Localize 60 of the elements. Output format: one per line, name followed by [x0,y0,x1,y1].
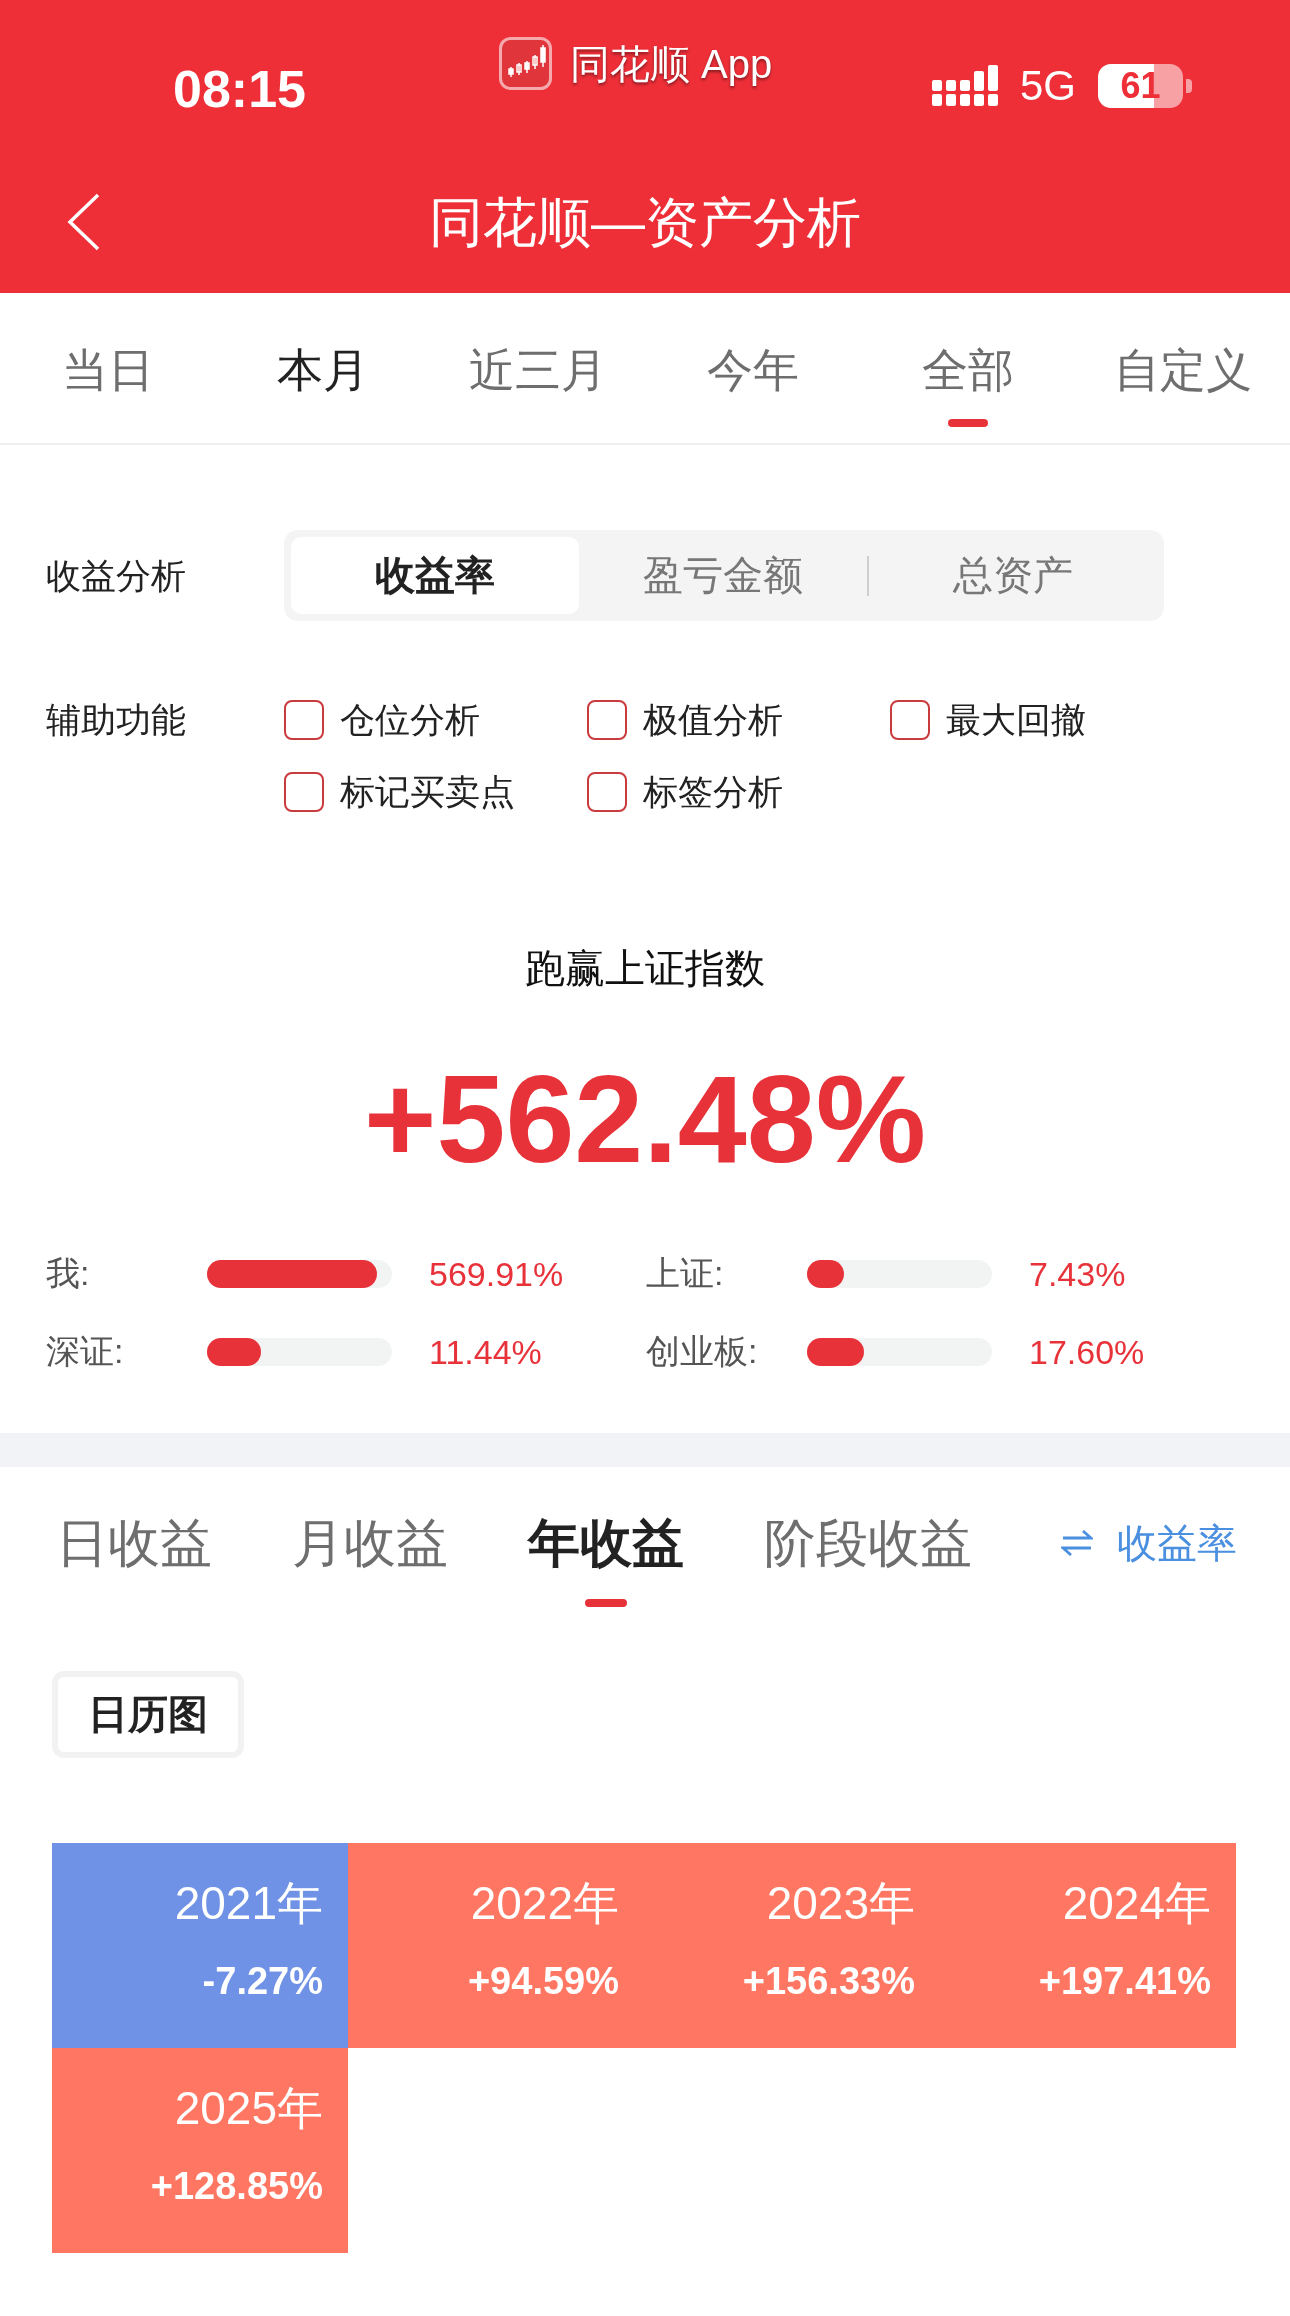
segment-option[interactable]: 盈亏金额 [579,537,867,614]
excess-return-value: +562.48% [364,1057,926,1181]
bar-label: 创业板: [646,1331,759,1372]
battery-cap-icon [1186,79,1192,93]
year-label: 2022年 [470,1880,619,1926]
segment-option[interactable]: 收益率 [291,537,579,614]
checkbox-option[interactable]: 极值分析 [587,700,783,740]
checkbox-option[interactable]: 最大回撤 [890,700,1086,740]
app-name: 同花顺 App [570,40,773,88]
back-button[interactable] [67,192,101,251]
period-tab[interactable]: 自定义 [1113,347,1252,427]
return-tab[interactable]: 阶段收益 [764,1517,972,1607]
checkbox-option[interactable]: 标记买卖点 [284,772,515,812]
signal-icon [931,65,998,107]
row-label: 辅助功能 [46,699,187,741]
network-type: 5G [1019,64,1076,108]
checkbox[interactable] [890,700,930,740]
period-tab[interactable]: 全部 [921,347,1014,427]
return-value: +128.85% [150,2167,323,2205]
page-title: 同花顺—资产分析 [429,194,861,249]
year-label: 2024年 [1062,1880,1211,1926]
status-time: 08:15 [173,63,306,115]
year-label: 2025年 [174,2085,323,2131]
return-tab[interactable]: 年收益 [528,1517,684,1607]
bar-value: 17.60% [1029,1332,1145,1372]
checkbox[interactable] [587,700,627,740]
swap-icon [1061,1530,1093,1556]
return-value: -7.27% [202,1962,323,2000]
bar-label: 深证: [46,1331,125,1372]
checkbox-option[interactable]: 标签分析 [587,772,783,812]
period-tab[interactable]: 本月 [276,347,369,427]
checkbox-option[interactable]: 仓位分析 [284,700,480,740]
return-value: +197.41% [1038,1962,1211,2000]
year-label: 2023年 [766,1880,915,1926]
period-tab[interactable]: 今年 [706,347,799,427]
bar-value: 11.44% [429,1332,542,1372]
checkbox[interactable] [284,700,324,740]
candlestick-app-icon [499,37,552,90]
bar-label: 上证: [646,1253,725,1294]
active-tab-indicator [585,1599,627,1607]
metric-toggle[interactable]: 收益率 [1061,1523,1237,1563]
bar-label: 我: [46,1253,91,1294]
checkbox[interactable] [587,772,627,812]
return-tab[interactable]: 月收益 [292,1517,448,1607]
segment-option[interactable]: 总资产 [869,537,1157,614]
checkbox[interactable] [284,772,324,812]
comparison-title: 跑赢上证指数 [525,948,765,988]
return-value: +94.59% [467,1962,619,2000]
battery-level: 61 [1098,64,1183,108]
year-label: 2021年 [174,1880,323,1926]
return-value: +156.33% [742,1962,915,2000]
period-tab[interactable]: 当日 [61,347,154,427]
return-tab[interactable]: 日收益 [56,1517,212,1607]
bar-value: 569.91% [429,1254,564,1294]
period-tab[interactable]: 近三月 [468,347,607,427]
calendar-view-button[interactable]: 日历图 [52,1671,244,1758]
row-label: 收益分析 [46,554,187,597]
active-tab-indicator [947,419,988,427]
bar-value: 7.43% [1029,1254,1126,1294]
chevron-left-icon [67,192,101,251]
